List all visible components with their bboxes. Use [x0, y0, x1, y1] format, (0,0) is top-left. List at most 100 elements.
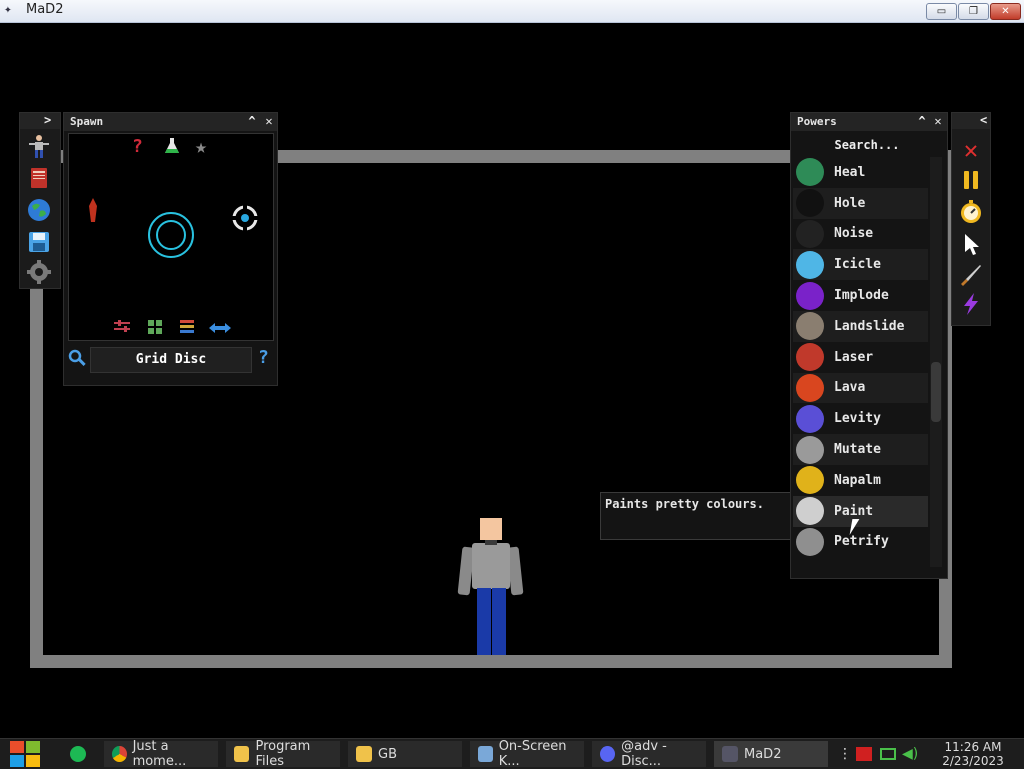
clock-date: 2/23/2023: [942, 754, 1004, 768]
power-item-napalm[interactable]: Napalm: [793, 465, 928, 496]
ragdoll-leg-left[interactable]: [477, 588, 491, 655]
mutate-icon: [796, 435, 824, 464]
powers-panel: Powers ^ ✕ Search... Heal Hole Noise Ici…: [790, 112, 948, 579]
target-disc-icon[interactable]: [231, 204, 259, 236]
minimize-button[interactable]: ▭: [926, 3, 957, 20]
power-item-paint[interactable]: Paint: [793, 495, 928, 527]
more-dots-icon[interactable]: ⋮: [838, 746, 852, 762]
power-item-lava[interactable]: Lava: [793, 372, 928, 404]
right-toolbar-header: <: [952, 113, 990, 129]
power-item-implode[interactable]: Implode: [793, 280, 928, 311]
laser-icon: [796, 343, 824, 372]
rocket-icon[interactable]: [89, 198, 97, 228]
power-item-heal[interactable]: Heal: [793, 157, 928, 188]
start-button[interactable]: [10, 741, 42, 767]
sliders-icon[interactable]: [113, 319, 131, 339]
spawn-preview[interactable]: ? ★: [68, 133, 274, 341]
globe-icon[interactable]: [26, 197, 52, 223]
powers-list[interactable]: Heal Hole Noise Icicle Implode Landslide…: [793, 157, 928, 567]
window-title: MaD2: [26, 2, 64, 17]
collapse-icon[interactable]: ^: [245, 114, 259, 129]
taskbar: Just a mome... Program Files GB On-Scree…: [0, 738, 1024, 769]
power-item-landslide[interactable]: Landslide: [793, 310, 928, 342]
ragdoll-torso[interactable]: [472, 543, 510, 589]
ragdoll-icon[interactable]: [26, 133, 52, 159]
spawn-panel-title: Spawn: [70, 115, 104, 128]
grid-disc-icon[interactable]: [147, 211, 195, 263]
floor: [30, 655, 952, 668]
star-icon[interactable]: ★: [195, 134, 207, 158]
volume-icon[interactable]: ◀): [902, 746, 918, 762]
flask-icon[interactable]: [164, 137, 180, 159]
paint-icon: [796, 497, 824, 526]
task-discord[interactable]: @adv - Disc...: [592, 739, 706, 769]
task-label: MaD2: [744, 746, 782, 762]
system-tray: ⋮ ◀): [838, 741, 918, 767]
gear-icon[interactable]: [26, 259, 52, 285]
napalm-icon: [796, 466, 824, 495]
flag-icon[interactable]: [856, 747, 872, 761]
implode-icon: [796, 281, 824, 310]
powers-scrollbar[interactable]: [930, 157, 942, 567]
knife-icon[interactable]: [958, 261, 984, 287]
collapse-icon[interactable]: ^: [915, 114, 929, 129]
pause-icon[interactable]: [958, 167, 984, 193]
powers-panel-header[interactable]: Powers ^ ✕: [791, 113, 947, 131]
petrify-icon: [796, 527, 824, 556]
power-item-levity[interactable]: Levity: [793, 403, 928, 434]
task-on-screen-keyboard[interactable]: On-Screen K...: [470, 739, 584, 769]
close-red-icon[interactable]: ✕: [958, 137, 984, 163]
grid-icon[interactable]: [147, 319, 163, 339]
save-icon[interactable]: [26, 229, 52, 255]
ragdoll-neck[interactable]: [485, 540, 497, 545]
levity-icon: [796, 404, 824, 433]
close-button[interactable]: ✕: [990, 3, 1021, 20]
clock-time: 11:26 AM: [944, 740, 1002, 754]
pointer-icon[interactable]: [958, 231, 984, 257]
chrome-icon: [112, 746, 127, 762]
network-icon[interactable]: [880, 748, 896, 760]
mad2-icon: [722, 746, 738, 762]
folder-icon: [234, 746, 250, 762]
noise-icon: [796, 219, 824, 248]
lightning-icon[interactable]: [958, 291, 984, 317]
app-icon: ✦: [4, 2, 12, 17]
collapse-chevron-icon[interactable]: <: [980, 113, 987, 127]
close-icon[interactable]: ✕: [262, 114, 276, 129]
lava-icon: [796, 373, 824, 402]
power-item-petrify[interactable]: Petrify: [793, 527, 928, 558]
powers-search-input[interactable]: Search...: [795, 135, 939, 155]
spawn-selected-item[interactable]: Grid Disc: [90, 347, 252, 373]
left-toolbar: >: [19, 112, 61, 289]
power-item-icicle[interactable]: Icicle: [793, 249, 928, 281]
task-chrome[interactable]: Just a mome...: [104, 739, 218, 769]
help-icon[interactable]: ?: [258, 347, 269, 368]
spotify-icon[interactable]: [70, 746, 86, 762]
tooltip-text: Paints pretty colours.: [605, 497, 764, 511]
restore-button[interactable]: ❐: [958, 3, 989, 20]
landslide-icon: [796, 312, 824, 341]
powers-scroll-thumb[interactable]: [931, 362, 941, 422]
question-icon[interactable]: ?: [132, 136, 143, 157]
power-item-laser[interactable]: Laser: [793, 342, 928, 373]
spawn-panel-header[interactable]: Spawn ^ ✕: [64, 113, 277, 131]
expand-chevron-icon[interactable]: >: [44, 113, 51, 127]
stopwatch-icon[interactable]: [958, 199, 984, 225]
power-item-noise[interactable]: Noise: [793, 219, 928, 250]
task-program-files[interactable]: Program Files: [226, 739, 340, 769]
arrows-icon[interactable]: [209, 320, 231, 339]
clock[interactable]: 11:26 AM 2/23/2023: [930, 740, 1016, 768]
folder-icon: [356, 746, 372, 762]
power-item-mutate[interactable]: Mutate: [793, 434, 928, 465]
right-toolbar: < ✕: [951, 112, 991, 326]
list-icon[interactable]: [179, 319, 195, 339]
ragdoll-leg-right[interactable]: [492, 588, 506, 655]
power-item-hole[interactable]: Hole: [793, 187, 928, 219]
ragdoll-head[interactable]: [480, 518, 502, 540]
book-icon[interactable]: [26, 165, 52, 191]
keyboard-icon: [478, 746, 493, 762]
task-gb[interactable]: GB: [348, 741, 462, 767]
magnifier-icon[interactable]: [68, 349, 86, 371]
task-mad2[interactable]: MaD2: [714, 741, 828, 767]
close-icon[interactable]: ✕: [931, 114, 945, 129]
